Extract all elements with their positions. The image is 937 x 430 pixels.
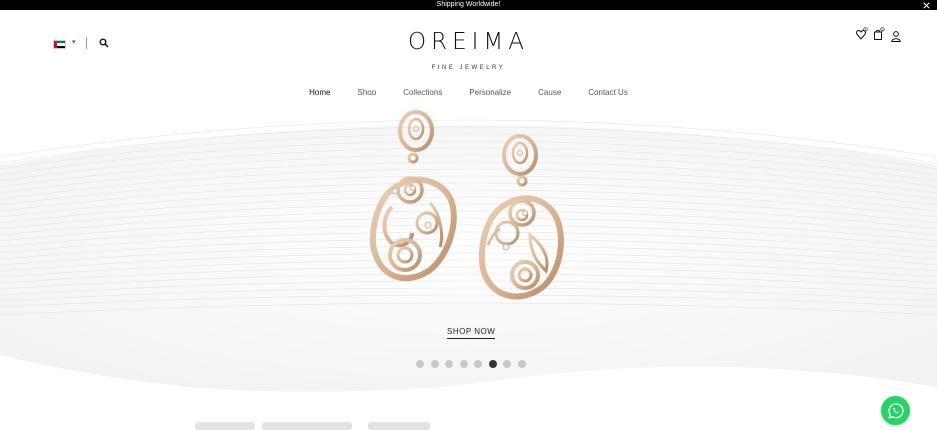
carousel-dot[interactable] xyxy=(445,360,453,368)
carousel-dot-active[interactable] xyxy=(488,360,497,368)
announcement-bar: Shipping Worldwide! xyxy=(0,0,937,10)
site-tagline: FINE JEWELRY xyxy=(431,65,506,71)
close-icon[interactable] xyxy=(921,0,931,10)
carousel-dot[interactable] xyxy=(474,360,482,368)
account-icon[interactable] xyxy=(890,29,902,43)
carousel-dot[interactable] xyxy=(517,360,526,368)
wishlist-icon[interactable]: 0 xyxy=(856,27,868,41)
cart-icon[interactable]: 0 xyxy=(873,27,885,41)
carousel-dot[interactable] xyxy=(416,360,424,368)
carousel-dot[interactable] xyxy=(459,360,468,368)
whatsapp-chat-button[interactable] xyxy=(881,396,910,425)
site-header: ▾ OREIMA FINE JEWELRY 0 0 Home Shop Coll… xyxy=(0,10,937,102)
shop-now-link[interactable]: SHOP NOW xyxy=(447,327,496,339)
carousel-dot[interactable] xyxy=(430,360,439,368)
hero-banner xyxy=(0,95,937,405)
carousel-dots xyxy=(416,360,526,368)
carousel-dot[interactable] xyxy=(503,360,511,368)
announcement-text: Shipping Worldwide! xyxy=(436,1,501,8)
site-logo[interactable]: OREIMA xyxy=(0,29,937,55)
whatsapp-icon xyxy=(887,402,904,419)
